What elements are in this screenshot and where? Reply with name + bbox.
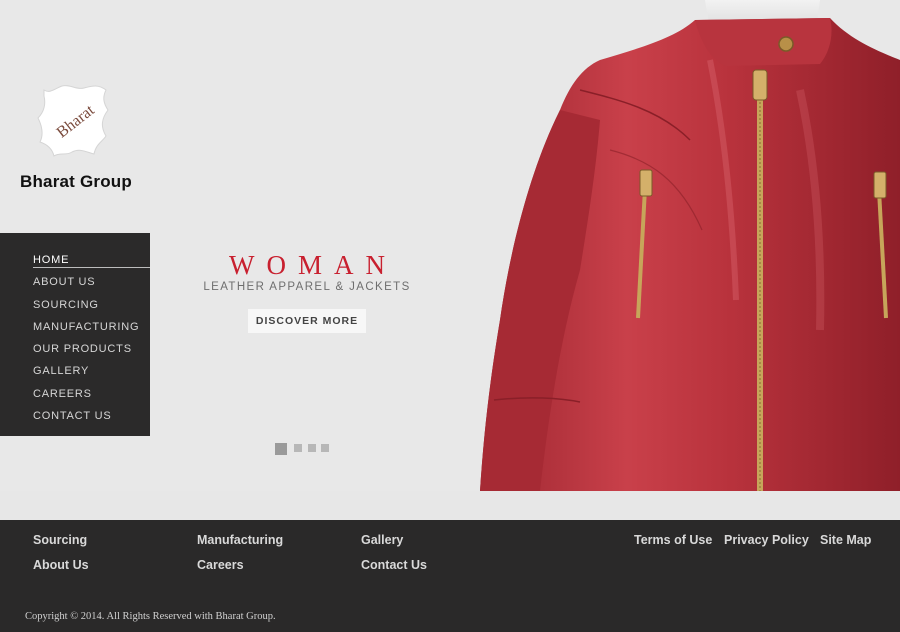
promo-title: WOMAN <box>229 250 397 280</box>
nav-item-gallery[interactable]: GALLERY <box>0 360 150 382</box>
nav-item-manufacturing[interactable]: MANUFACTURING <box>0 316 150 338</box>
red-leather-jacket-image <box>480 0 900 491</box>
site-footer: Sourcing About Us Manufacturing Careers … <box>0 520 900 632</box>
leather-hide-logo-icon: Bharat <box>37 85 109 157</box>
nav-item-careers[interactable]: CAREERS <box>0 383 150 405</box>
copyright-text: Copyright © 2014. All Rights Reserved wi… <box>25 611 276 622</box>
nav-item-our-products[interactable]: OUR PRODUCTS <box>0 338 150 360</box>
footer-link-sourcing[interactable]: Sourcing <box>33 533 87 547</box>
main-nav: HOME ABOUT US SOURCING MANUFACTURING OUR… <box>0 233 150 436</box>
slider-dot-3[interactable] <box>308 444 316 452</box>
discover-more-button[interactable]: DISCOVER MORE <box>248 309 366 333</box>
footer-link-site-map[interactable]: Site Map <box>820 533 871 547</box>
slider-dot-4[interactable] <box>321 444 329 452</box>
promo-block: WOMAN LEATHER APPAREL & JACKETS <box>200 250 414 293</box>
footer-link-terms-of-use[interactable]: Terms of Use <box>634 533 712 547</box>
footer-link-manufacturing[interactable]: Manufacturing <box>197 533 283 547</box>
footer-link-about-us[interactable]: About Us <box>33 558 89 572</box>
footer-link-contact-us[interactable]: Contact Us <box>361 558 427 572</box>
slider-dot-2[interactable] <box>294 444 302 452</box>
nav-item-about-us[interactable]: ABOUT US <box>0 271 150 293</box>
brand-name: Bharat Group <box>20 172 132 191</box>
slider-dot-1[interactable] <box>275 443 287 455</box>
nav-item-sourcing[interactable]: SOURCING <box>0 294 150 316</box>
footer-link-gallery[interactable]: Gallery <box>361 533 403 547</box>
footer-link-privacy-policy[interactable]: Privacy Policy <box>724 533 809 547</box>
footer-link-careers[interactable]: Careers <box>197 558 244 572</box>
nav-active-underline <box>33 267 150 268</box>
nav-item-contact-us[interactable]: CONTACT US <box>0 405 150 427</box>
hero-banner: Bharat Bharat Group HOME ABOUT US SOURCI… <box>0 0 900 491</box>
promo-subtitle: LEATHER APPAREL & JACKETS <box>203 281 411 293</box>
